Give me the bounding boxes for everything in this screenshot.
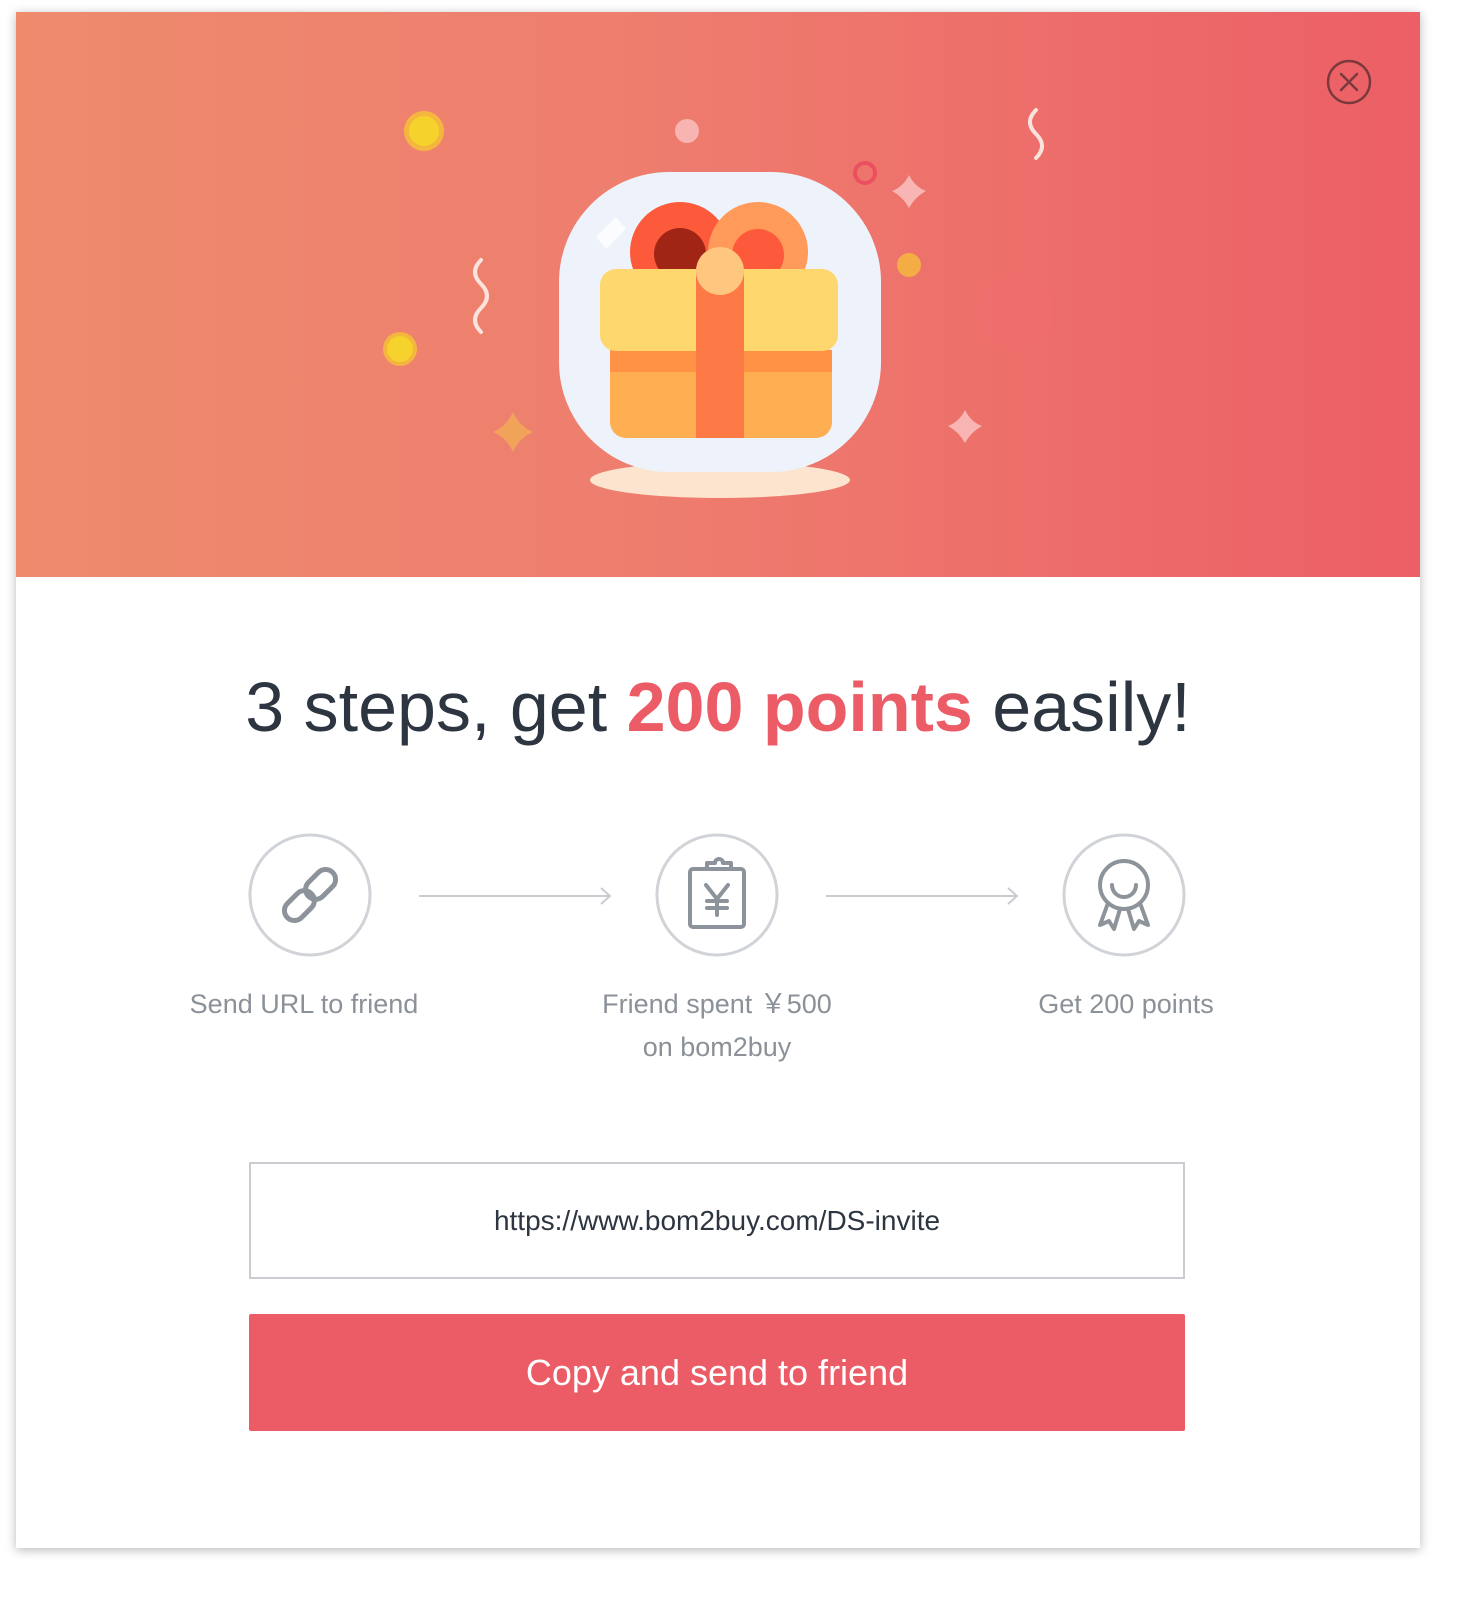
step-2-label: Friend spent ￥500 on bom2buy [547,983,887,1069]
step-3-label: Get 200 points [1038,989,1214,1019]
close-icon[interactable] [1326,59,1372,105]
award-medal-icon [1062,833,1186,957]
step-1-label: Send URL to friend [189,989,419,1019]
arrow-right-icon [826,887,1019,905]
step-2-label-line2: on bom2buy [642,1032,792,1062]
gift-illustration [383,108,1054,498]
clipboard-yen-icon [655,833,779,957]
copy-and-send-button[interactable]: Copy and send to friend [249,1314,1185,1431]
step-2-label-line1: Friend spent ￥500 [602,989,832,1019]
page-title: 3 steps, get 200 points easily! [16,665,1420,749]
invite-url-field[interactable]: https://www.bom2buy.com/DS-invite [249,1162,1185,1279]
gift-banner [16,12,1420,577]
title-highlight: 200 points [626,668,973,746]
arrow-right-icon [419,887,612,905]
invite-dialog: 3 steps, get 200 points easily! Send URL… [16,12,1420,1548]
title-prefix: 3 steps, get [245,668,627,746]
link-icon [248,833,372,957]
title-suffix: easily! [972,668,1191,746]
